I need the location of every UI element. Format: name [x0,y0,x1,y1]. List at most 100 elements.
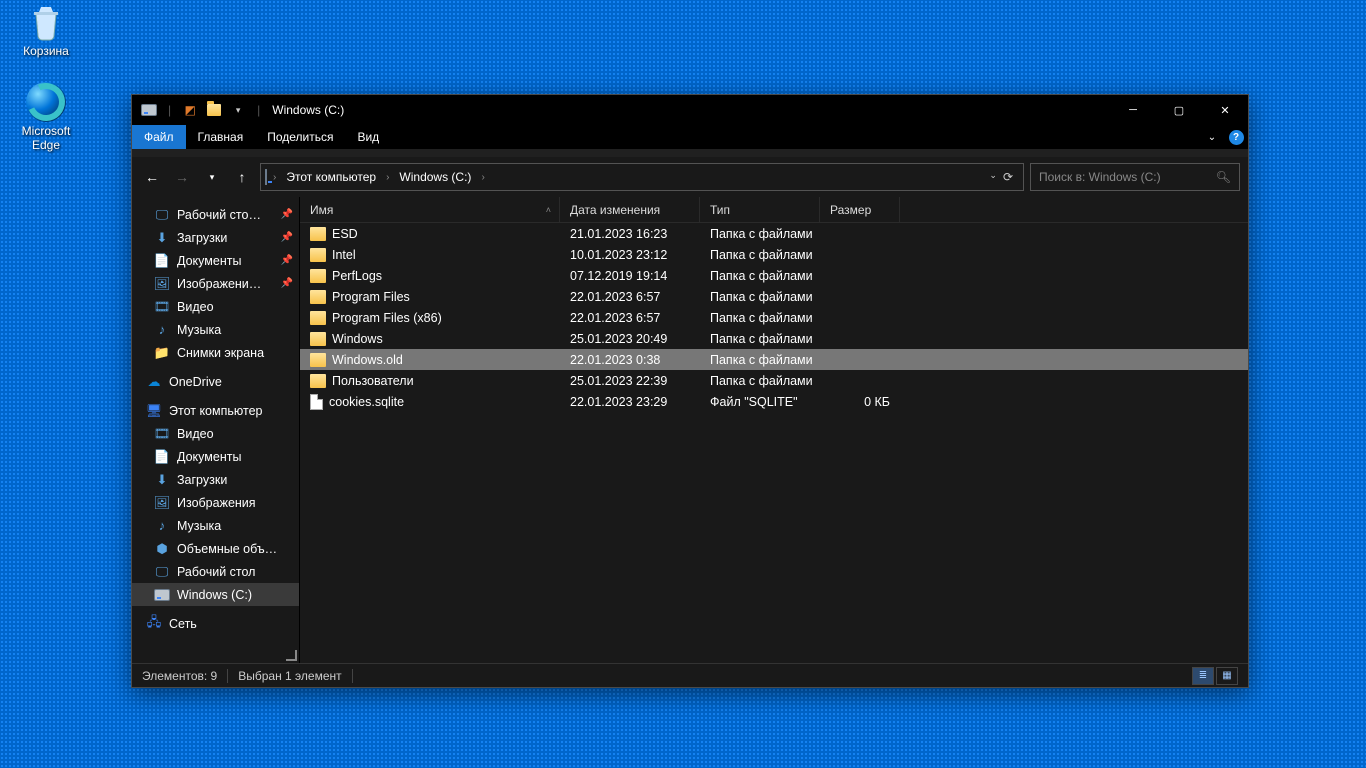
video-icon: 🎞 [154,426,170,442]
breadcrumb-current[interactable]: Windows (C:) [395,168,475,186]
maximize-button[interactable]: ▢ [1156,95,1202,125]
file-name: Windows [332,332,383,346]
file-type: Папка с файлами [700,227,820,241]
search-box[interactable]: Поиск в: Windows (C:) 🔍︎ [1030,163,1240,191]
tab-file[interactable]: Файл [132,125,186,149]
sidebar-item-label: Изображени… [177,277,261,291]
search-icon: 🔍︎ [1216,170,1231,184]
sidebar-item-pc[interactable]: 🖵Рабочий стол [132,560,299,583]
col-size[interactable]: Размер [820,197,900,222]
file-list[interactable]: ESD21.01.2023 16:23Папка с файлами Intel 1… [300,223,1248,663]
sidebar-item-pc[interactable]: 🎞Видео [132,422,299,445]
chevron-right-icon[interactable]: › [479,172,486,183]
sidebar-item-pc[interactable]: ♪Музыка [132,514,299,537]
qat-newfolder-icon[interactable] [205,101,223,119]
chevron-right-icon[interactable]: › [384,172,391,183]
pin-icon: 📌 [281,255,293,266]
minimize-button[interactable]: ─ [1110,95,1156,125]
navbar: ← → ▾ ↑ › Этот компьютер › Windows (C:) … [132,157,1248,197]
sidebar-item-label: Музыка [177,323,221,337]
tab-home[interactable]: Главная [186,125,256,149]
sidebar-item-pc[interactable]: ⬢Объемные объ… [132,537,299,560]
sidebar-item-quick[interactable]: ⬇ Загрузки 📌 [132,226,299,249]
explorer-window: | ◩ ▾ | Windows (C:) ─ ▢ ✕ Файл Главная … [131,94,1249,688]
sidebar-onedrive[interactable]: ☁ OneDrive [132,370,299,393]
sidebar-item-pc[interactable]: 📄Документы [132,445,299,468]
sidebar-item-quick[interactable]: 🖼Изображени…📌 [132,272,299,295]
sidebar-item-label: Документы [177,450,241,464]
file-row[interactable]: cookies.sqlite22.01.2023 23:29Файл "SQLI… [300,391,1248,412]
chevron-right-icon[interactable]: › [271,172,278,183]
qat-dropdown-icon[interactable]: ▾ [229,101,247,119]
refresh-button[interactable]: ⟳ [1003,170,1013,184]
address-dropdown-icon[interactable]: ⌄ [989,170,997,184]
up-button[interactable]: ↑ [230,163,254,191]
folder-icon [310,332,326,346]
sidebar-item-label: Рабочий сто… [177,208,261,222]
drive-icon [154,587,170,603]
edge-shortcut[interactable]: Microsoft Edge [8,82,84,152]
pic-icon: 🖼 [154,276,170,292]
sidebar-this-pc[interactable]: 🖥 Этот компьютер [132,399,299,422]
file-row[interactable]: Windows.old22.01.2023 0:38Папка с файлам… [300,349,1248,370]
sidebar-item-quick[interactable]: 🖵Рабочий сто…📌 [132,203,299,226]
view-details-button[interactable]: ≣ [1192,667,1214,685]
file-row[interactable]: ESD21.01.2023 16:23Папка с файлами [300,223,1248,244]
qat-properties-icon[interactable]: ◩ [181,101,199,119]
download-icon: ⬇ [154,230,170,246]
sidebar-network[interactable]: 🖧 Сеть [132,612,299,635]
recycle-bin-icon [26,2,66,42]
file-row[interactable]: PerfLogs07.12.2019 19:14Папка с файлами [300,265,1248,286]
help-button[interactable]: ? [1224,125,1248,149]
file-icon [310,394,323,410]
tab-view[interactable]: Вид [345,125,391,149]
file-type: Папка с файлами [700,311,820,325]
address-bar[interactable]: › Этот компьютер › Windows (C:) › ⌄ ⟳ [260,163,1024,191]
sidebar-item-quick[interactable]: ♪Музыка [132,318,299,341]
recycle-bin[interactable]: Корзина [8,2,84,58]
recent-dropdown-icon[interactable]: ▾ [200,163,224,191]
file-row[interactable]: Program Files (x86)22.01.2023 6:57Папка … [300,307,1248,328]
sidebar-item-label: Загрузки [177,231,227,245]
file-name: Intel [332,248,356,262]
file-name: PerfLogs [332,269,382,283]
forward-button[interactable]: → [170,163,194,191]
drive-icon [265,170,267,184]
sidebar-item-pc[interactable]: Windows (C:) [132,583,299,606]
back-button[interactable]: ← [140,163,164,191]
tab-share[interactable]: Поделиться [255,125,345,149]
sidebar-item-quick[interactable]: 📄Документы📌 [132,249,299,272]
file-name: ESD [332,227,358,241]
file-type: Папка с файлами [700,269,820,283]
file-row[interactable]: Intel10.01.2023 23:12Папка с файлами [300,244,1248,265]
pin-icon: 📌 [281,232,293,243]
col-type[interactable]: Тип [700,197,820,222]
file-name: Пользователи [332,374,414,388]
titlebar[interactable]: | ◩ ▾ | Windows (C:) ─ ▢ ✕ [132,95,1248,125]
sidebar-item-pc[interactable]: ⬇Загрузки [132,468,299,491]
file-name: Program Files (x86) [332,311,442,325]
col-name[interactable]: Имя˄ [300,197,560,222]
col-date[interactable]: Дата изменения [560,197,700,222]
folder-icon [310,353,326,367]
sidebar-item-pc[interactable]: 🖼Изображения [132,491,299,514]
file-date: 10.01.2023 23:12 [560,248,700,262]
file-date: 22.01.2023 0:38 [560,353,700,367]
file-row[interactable]: Program Files22.01.2023 6:57Папка с файл… [300,286,1248,307]
file-type: Папка с файлами [700,353,820,367]
sidebar-item-quick[interactable]: 📁Снимки экрана [132,341,299,364]
ribbon-collapse-icon[interactable]: ⌄ [1200,125,1224,149]
view-large-button[interactable]: ▦ [1216,667,1238,685]
3d-icon: ⬢ [154,541,170,557]
file-row[interactable]: Windows25.01.2023 20:49Папка с файлами [300,328,1248,349]
file-row[interactable]: Пользователи25.01.2023 22:39Папка с файл… [300,370,1248,391]
breadcrumb-root[interactable]: Этот компьютер [282,168,380,186]
status-selection: Выбран 1 элемент [238,669,341,683]
status-count: Элементов: 9 [142,669,217,683]
file-name: cookies.sqlite [329,395,404,409]
close-button[interactable]: ✕ [1202,95,1248,125]
file-type: Папка с файлами [700,332,820,346]
folder-icon [310,374,326,388]
sidebar-item-quick[interactable]: 🎞Видео [132,295,299,318]
resize-handle-icon[interactable] [286,650,297,661]
